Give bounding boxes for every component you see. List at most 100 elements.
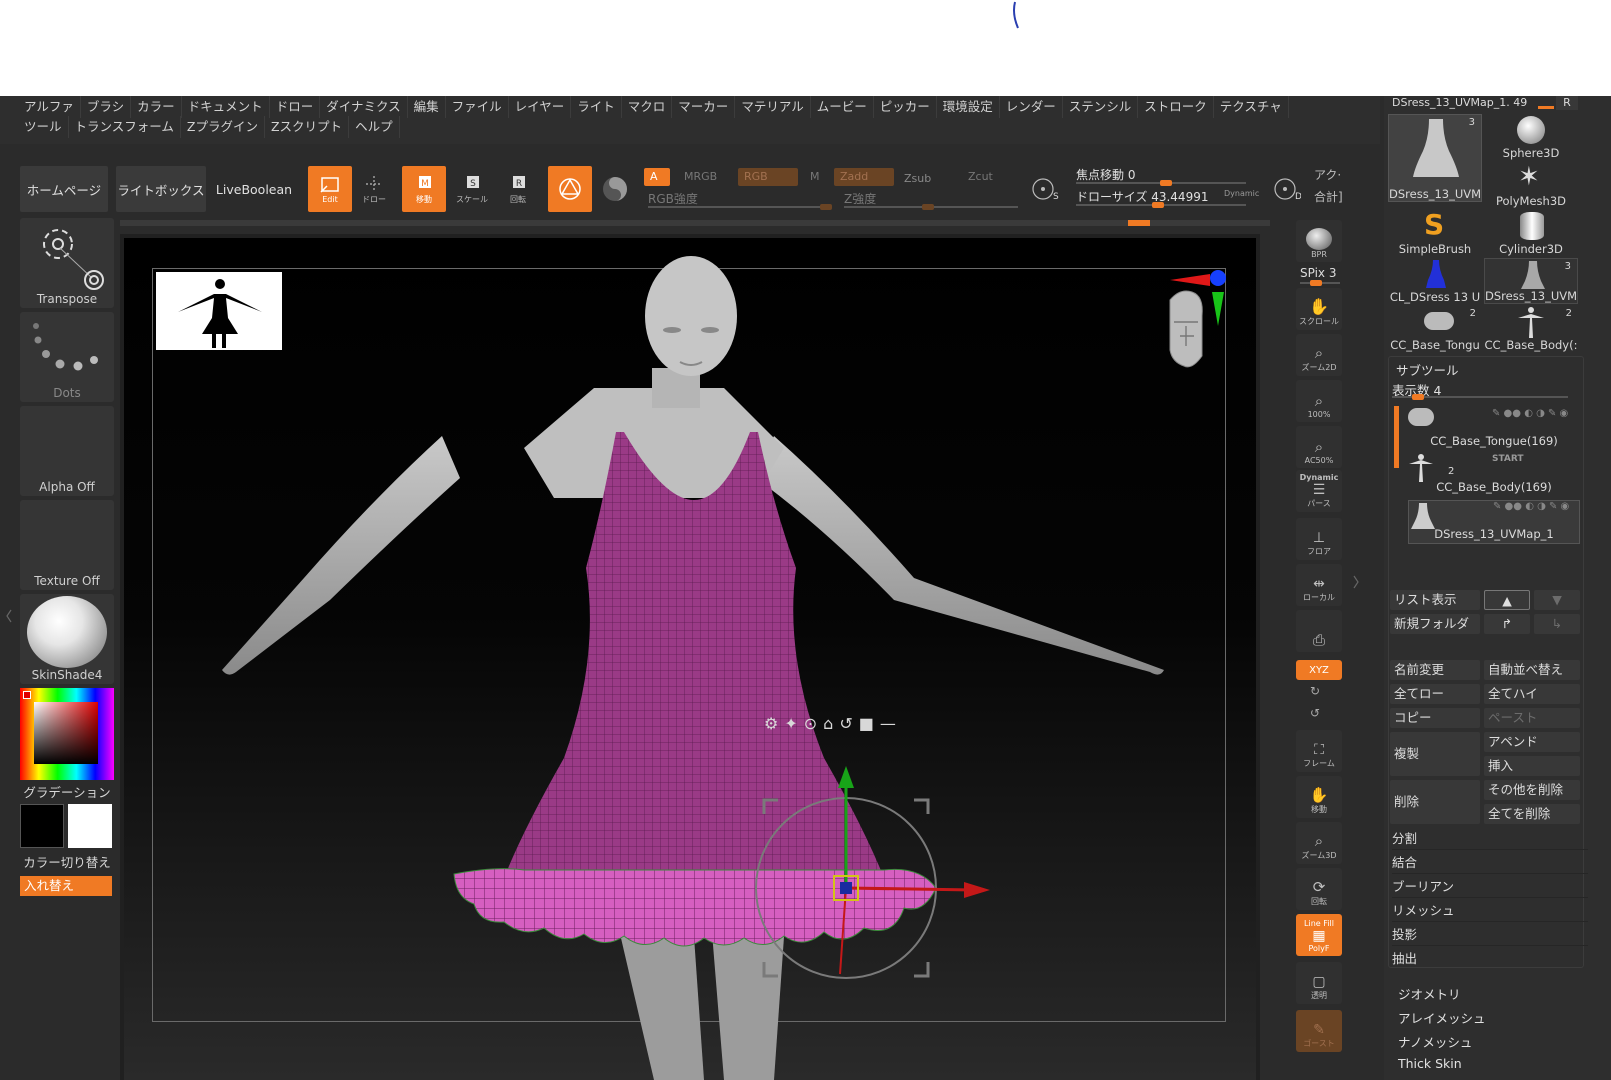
delete-all-button[interactable]: 全てを削除 bbox=[1484, 804, 1580, 824]
texture-slot[interactable]: Texture Off bbox=[20, 500, 114, 590]
scroll-button[interactable]: ✋ スクロール bbox=[1296, 288, 1342, 330]
frame-button[interactable]: ⛶ フレーム bbox=[1296, 730, 1342, 772]
zsub-button[interactable]: Zsub bbox=[898, 170, 937, 188]
move-view-button[interactable]: ✋ 移動 bbox=[1296, 776, 1342, 818]
rotate-mode-button[interactable]: R 回転 bbox=[496, 166, 540, 212]
folder-in-button[interactable]: ↱ bbox=[1484, 614, 1530, 634]
color-switch-button[interactable]: カラー切り替え bbox=[20, 852, 114, 870]
mrgb-button[interactable]: MRGB bbox=[678, 168, 723, 186]
draw-mode-button[interactable]: ドロー bbox=[354, 166, 394, 212]
menu-stroke[interactable]: ストローク bbox=[1138, 96, 1214, 118]
menu-texture[interactable]: テクスチャ bbox=[1214, 96, 1289, 118]
perspective-button[interactable]: Dynamic ☰ パース bbox=[1296, 470, 1342, 512]
menu-picker[interactable]: ピッカー bbox=[874, 96, 937, 118]
tool-simplebrush[interactable]: S SimpleBrush bbox=[1388, 208, 1482, 256]
focal-shift-slider[interactable] bbox=[1076, 180, 1246, 186]
ac50-button[interactable]: ⌕ AC50% bbox=[1296, 426, 1342, 468]
nanomesh-section[interactable]: ナノメッシュ bbox=[1398, 1032, 1472, 1051]
all-low-button[interactable]: 全てロー bbox=[1390, 684, 1480, 704]
zoom2d-button[interactable]: ⌕ ズーム2D bbox=[1296, 334, 1342, 376]
current-tool-slider-knob[interactable] bbox=[1538, 106, 1554, 109]
alpha-slot[interactable]: Alpha Off bbox=[20, 406, 114, 496]
local-button[interactable]: ⇹ ローカル bbox=[1296, 564, 1342, 606]
rename-button[interactable]: 名前変更 bbox=[1390, 660, 1480, 680]
ghost-button[interactable]: ✎ ゴースト bbox=[1296, 1010, 1342, 1052]
merge-row[interactable]: 結合 bbox=[1392, 852, 1588, 874]
floor-button[interactable]: ⊥ フロア bbox=[1296, 518, 1342, 560]
menu-file[interactable]: ファイル bbox=[446, 96, 509, 118]
menu-brush[interactable]: ブラシ bbox=[81, 96, 132, 118]
xyz-button[interactable]: XYZ bbox=[1296, 660, 1342, 680]
menu-edit[interactable]: 編集 bbox=[408, 96, 446, 118]
rotate-z-icon[interactable]: ↺ bbox=[1310, 706, 1320, 720]
menu-color[interactable]: カラー bbox=[131, 96, 182, 118]
menu-zplugin[interactable]: Zプラグイン bbox=[181, 116, 265, 138]
delete-button[interactable]: 削除 bbox=[1390, 780, 1480, 824]
primary-color-swatch[interactable] bbox=[20, 804, 64, 848]
menu-draw[interactable]: ドロー bbox=[270, 96, 321, 118]
canvas-viewport[interactable]: ⚙ ✦ ⊙ ⌂ ↺ ■ — bbox=[124, 238, 1256, 1080]
transpose-brush-slot[interactable]: Transpose bbox=[20, 218, 114, 308]
zcut-button[interactable]: Zcut bbox=[962, 168, 999, 186]
left-collapse-arrow[interactable] bbox=[6, 556, 12, 676]
gizmo-lock-icon[interactable]: ■ bbox=[859, 714, 874, 733]
project-row[interactable]: 投影 bbox=[1392, 924, 1588, 946]
lightbox-button[interactable]: ライトボックス bbox=[116, 166, 206, 212]
draw-size-slider[interactable] bbox=[1076, 202, 1246, 208]
r-button[interactable]: R bbox=[1556, 96, 1578, 110]
insert-button[interactable]: 挿入 bbox=[1484, 756, 1580, 776]
gizmo-settings-icon[interactable]: ⚙ bbox=[764, 714, 778, 733]
move-up-button[interactable]: ▲ bbox=[1484, 590, 1530, 610]
menu-tool[interactable]: ツール bbox=[18, 116, 69, 138]
dots-stroke-slot[interactable]: Dots bbox=[20, 312, 114, 402]
subtool-dress-controls[interactable]: ✎ ●● ◐ ◑ ✎ ◉ bbox=[1493, 501, 1569, 512]
subtool-item-tongue[interactable]: ✎ ●● ◐ ◑ ✎ ◉ CC_Base_Tongue(169) bbox=[1408, 408, 1580, 452]
list-view-button[interactable]: リスト表示 bbox=[1390, 590, 1480, 610]
menu-material[interactable]: マテリアル bbox=[735, 96, 811, 118]
remesh-row[interactable]: リメッシュ bbox=[1392, 900, 1588, 922]
menu-render[interactable]: レンダー bbox=[1000, 96, 1063, 118]
edit-button[interactable]: Edit bbox=[308, 166, 352, 212]
material-slot[interactable]: SkinShade4 bbox=[20, 594, 114, 684]
subtool-item-body[interactable]: 2 START CC_Base_Body(169) bbox=[1408, 454, 1580, 498]
tool-cylinder3d[interactable]: Cylinder3D bbox=[1484, 210, 1578, 256]
paste-button[interactable]: ペースト bbox=[1484, 708, 1580, 728]
duplicate-button[interactable]: 複製 bbox=[1390, 732, 1480, 776]
right-collapse-arrow[interactable] bbox=[1352, 526, 1360, 636]
menu-stencil[interactable]: ステンシル bbox=[1063, 96, 1139, 118]
solo-button[interactable] bbox=[598, 166, 632, 212]
all-high-button[interactable]: 全てハイ bbox=[1484, 684, 1580, 704]
tool-dress-secondary[interactable]: 3 DSress_13_UVM bbox=[1484, 258, 1578, 304]
scale-mode-button[interactable]: S スケール bbox=[450, 166, 494, 212]
liveboolean-button[interactable]: LiveBoolean bbox=[210, 166, 298, 212]
gizmo-location-icon[interactable]: ⊙ bbox=[804, 714, 817, 733]
rgb-button[interactable]: RGB bbox=[738, 168, 798, 186]
bpr-button[interactable]: BPR bbox=[1296, 220, 1342, 262]
menu-marker[interactable]: マーカー bbox=[672, 96, 736, 118]
menu-transform[interactable]: トランスフォーム bbox=[69, 116, 181, 138]
subtool-scrollbar[interactable] bbox=[1394, 406, 1399, 468]
menu-movie[interactable]: ムービー bbox=[811, 96, 874, 118]
boolean-row[interactable]: ブーリアン bbox=[1392, 876, 1588, 898]
arraymesh-section[interactable]: アレイメッシュ bbox=[1398, 1008, 1486, 1027]
swap-colors-button[interactable]: 入れ替え bbox=[20, 876, 112, 896]
subtool-title[interactable]: サブツール bbox=[1396, 360, 1459, 379]
color-saturation-square[interactable] bbox=[34, 702, 98, 764]
menu-layer[interactable]: レイヤー bbox=[509, 96, 572, 118]
delete-other-button[interactable]: その他を削除 bbox=[1484, 780, 1580, 800]
move-down-button[interactable]: ▼ bbox=[1534, 590, 1580, 610]
rotate-view-button[interactable]: ⟳ 回転 bbox=[1296, 868, 1342, 910]
actual-size-button[interactable]: ⌕ 100% bbox=[1296, 380, 1342, 422]
mode-a-button[interactable]: A bbox=[644, 168, 670, 186]
model-figure[interactable] bbox=[124, 238, 1256, 1080]
camera-lock-button[interactable]: ⎙ bbox=[1296, 610, 1342, 652]
append-button[interactable]: アペンド bbox=[1484, 732, 1580, 752]
gradation-label[interactable]: グラデーション bbox=[20, 782, 114, 800]
split-row[interactable]: 分割 bbox=[1392, 828, 1588, 850]
extract-row[interactable]: 抽出 bbox=[1392, 948, 1588, 970]
menu-alpha[interactable]: アルファ bbox=[18, 96, 81, 118]
d-button[interactable]: D bbox=[1270, 166, 1304, 212]
gizmo-home-icon[interactable]: ⌂ bbox=[823, 714, 833, 733]
spix-label[interactable]: SPix 3 bbox=[1300, 266, 1336, 280]
gizmo-toggle-button[interactable] bbox=[548, 166, 592, 212]
